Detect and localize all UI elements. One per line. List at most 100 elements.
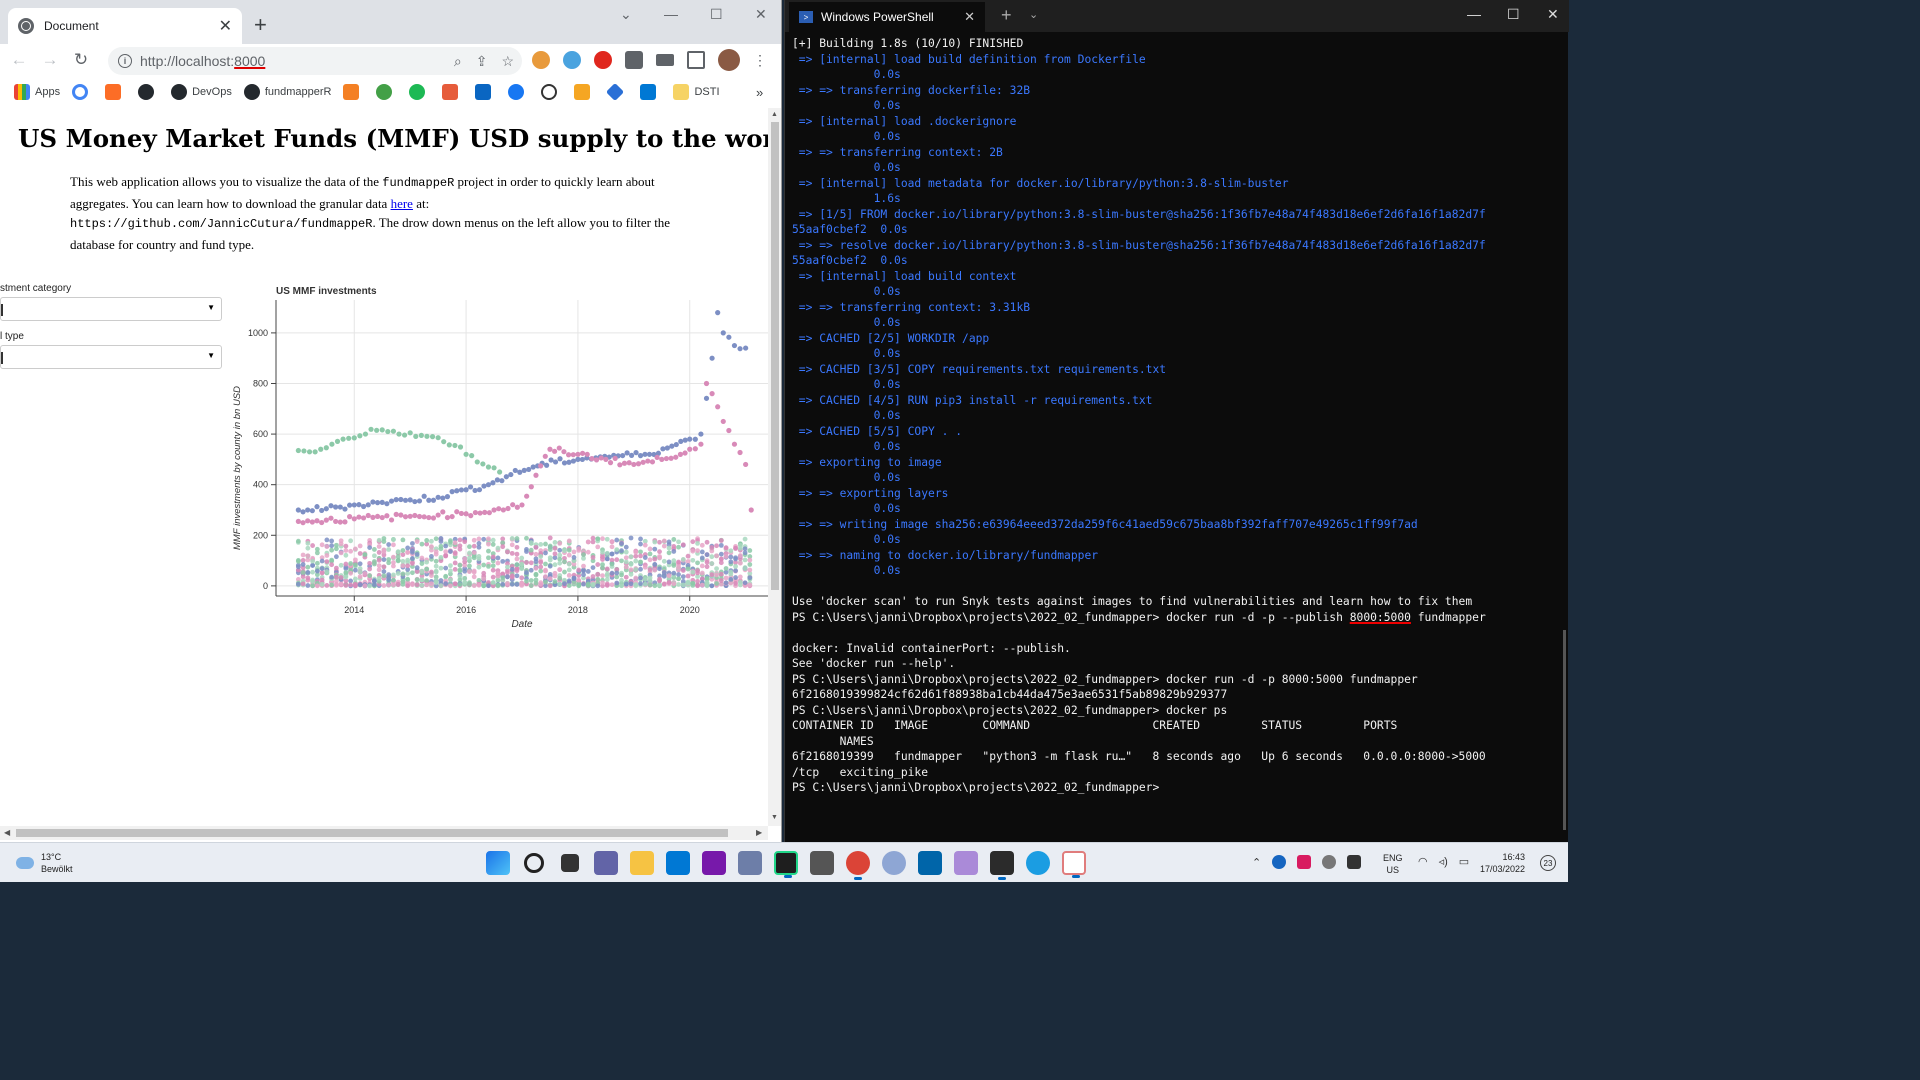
side-panel-icon[interactable] (687, 51, 705, 69)
scroll-down-icon[interactable]: ▼ (771, 814, 778, 821)
terminal-output[interactable]: [+] Building 1.8s (10/10) FINISHED => [i… (792, 36, 1562, 796)
outlook-icon[interactable] (666, 851, 690, 875)
close-tab-icon[interactable]: ✕ (219, 16, 232, 36)
more-bookmarks-icon[interactable]: » (756, 85, 763, 100)
bookmark-google[interactable] (72, 84, 93, 100)
vscode-icon[interactable] (918, 851, 942, 875)
bookmark-fundmapper[interactable]: fundmapperR (243, 84, 331, 100)
chrome-icon[interactable] (846, 851, 870, 880)
new-tab-icon[interactable]: + (254, 12, 267, 38)
extension-icon[interactable] (563, 51, 581, 69)
bookmark-blue[interactable] (606, 82, 628, 102)
new-tab-icon[interactable]: + (1001, 5, 1012, 26)
language-indicator[interactable]: ENG US (1383, 852, 1403, 876)
status-icons[interactable]: ◠ ◃) ▭ (1418, 855, 1469, 868)
star-icon[interactable]: ☆ (501, 53, 514, 70)
reload-icon[interactable]: ↻ (69, 50, 93, 70)
scroll-up-icon[interactable]: ▲ (771, 111, 778, 118)
minimize-icon[interactable]: — (664, 6, 678, 22)
bookmark-devops[interactable]: DevOps (171, 84, 232, 100)
app-icon[interactable] (954, 851, 978, 875)
bookmark-outlook[interactable] (640, 84, 661, 100)
scroll-left-icon[interactable]: ◀ (4, 828, 10, 837)
reading-list-icon[interactable] (656, 54, 674, 66)
terminal-app-icon[interactable] (810, 851, 834, 875)
extension-icon[interactable] (532, 51, 550, 69)
scroll-right-icon[interactable]: ▶ (756, 828, 762, 837)
task-view-icon[interactable] (561, 854, 579, 872)
file-explorer-icon[interactable] (630, 851, 654, 875)
start-icon[interactable] (486, 851, 510, 875)
windows-terminal-icon[interactable] (990, 851, 1014, 880)
pycharm-icon[interactable] (774, 851, 798, 878)
snipping-tool-icon[interactable] (1062, 851, 1086, 878)
bookmark-facebook[interactable] (508, 84, 529, 100)
bookmark-stackoverflow[interactable] (343, 84, 364, 100)
extension-icon[interactable] (594, 51, 612, 69)
data-point (452, 442, 458, 449)
tab-search-icon[interactable]: ⌄ (620, 6, 632, 23)
page-horizontal-scrollbar[interactable]: ◀ ▶ (0, 826, 768, 840)
data-point (362, 431, 369, 437)
bookmark-layers[interactable] (442, 84, 463, 100)
close-tab-icon[interactable]: ✕ (964, 9, 975, 25)
bookmark-gitlab[interactable] (105, 84, 126, 100)
fund-type-dropdown[interactable]: ▼ (0, 345, 222, 369)
app-tray-icon[interactable] (1297, 855, 1312, 869)
chevron-up-icon[interactable]: ⌃ (1252, 856, 1261, 869)
bookmark-apps[interactable]: Apps (14, 84, 60, 100)
bookmark-one[interactable] (409, 84, 430, 100)
weather-widget[interactable]: 13°C Bewölkt (16, 851, 73, 875)
share-icon[interactable]: ⇪ (476, 53, 488, 70)
bookmark-dsti[interactable]: DSTI (673, 84, 720, 100)
back-icon[interactable]: ← (7, 50, 31, 70)
onedrive-icon[interactable] (1322, 855, 1337, 869)
bookmark-s[interactable] (541, 84, 562, 100)
here-link[interactable]: here (391, 196, 413, 211)
data-point (642, 451, 648, 457)
browser-tab[interactable]: Document ✕ (8, 8, 242, 44)
search-icon[interactable] (524, 853, 544, 873)
forward-icon[interactable]: → (38, 50, 62, 70)
scrollbar-thumb[interactable] (771, 122, 779, 590)
chevron-down-icon[interactable]: ⌄ (1029, 8, 1038, 21)
data-point (356, 514, 362, 520)
data-point (620, 452, 626, 459)
page-vertical-scrollbar[interactable]: ▲ ▼ (768, 108, 781, 826)
address-bar[interactable]: i http://localhost: 8000 ⌕ ⇪ ☆ (108, 47, 522, 75)
data-point (628, 567, 634, 573)
investment-category-dropdown[interactable]: ▼ (0, 297, 222, 321)
app-icon[interactable] (1026, 851, 1050, 875)
chat-icon[interactable] (594, 851, 618, 875)
onenote-icon[interactable] (702, 851, 726, 875)
clock[interactable]: 16:43 17/03/2022 (1480, 851, 1525, 875)
data-point (414, 577, 420, 583)
data-point (337, 504, 343, 510)
avatar[interactable] (718, 49, 740, 71)
maximize-icon[interactable]: ☐ (1507, 6, 1520, 23)
maximize-icon[interactable]: ☐ (710, 6, 723, 23)
notification-badge[interactable]: 23 (1540, 855, 1556, 871)
zoom-icon[interactable]: ⌕ (454, 53, 462, 70)
terminal-line: PS C:\Users\janni\Dropbox\projects\2022_… (792, 672, 1418, 686)
data-point (396, 431, 402, 437)
minimize-icon[interactable]: — (1467, 6, 1481, 22)
bookmark-green[interactable] (376, 84, 397, 100)
site-info-icon[interactable]: i (118, 54, 132, 68)
bookmark-box[interactable] (574, 84, 595, 100)
data-point (444, 494, 451, 500)
close-window-icon[interactable]: ✕ (1547, 6, 1559, 23)
terminal-scrollbar[interactable] (1563, 630, 1566, 830)
bookmark-github[interactable] (138, 84, 159, 100)
puzzle-icon[interactable] (625, 51, 643, 69)
menu-icon[interactable]: ⋮ (753, 52, 767, 69)
close-window-icon[interactable]: ✕ (755, 6, 767, 23)
data-point (372, 561, 377, 567)
bookmark-linkedin[interactable] (475, 84, 496, 100)
r-icon[interactable] (882, 851, 906, 875)
terminal-tab[interactable]: > Windows PowerShell ✕ (789, 2, 985, 32)
dropbox-icon[interactable] (1347, 855, 1362, 869)
scrollbar-thumb[interactable] (16, 829, 728, 837)
calculator-icon[interactable] (738, 851, 762, 875)
bluetooth-icon[interactable] (1272, 855, 1287, 869)
